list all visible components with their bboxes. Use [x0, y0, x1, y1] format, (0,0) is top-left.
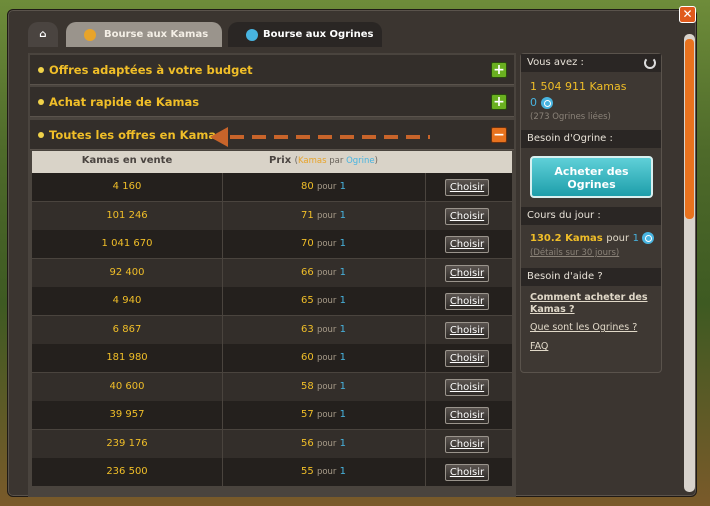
table-row: 239 176 56 pour 1 Choisir	[32, 429, 512, 458]
bullet-icon	[38, 132, 44, 138]
help-link-faq[interactable]: FAQ	[530, 341, 548, 352]
kamas-amount: 236 500	[106, 466, 148, 477]
choose-button[interactable]: Choisir	[445, 378, 489, 396]
table-row: 101 246 71 pour 1 Choisir	[32, 201, 512, 230]
kamas-amount: 101 246	[106, 209, 148, 221]
tab-home[interactable]: ⌂	[28, 22, 58, 47]
table-row: 4 940 65 pour 1 Choisir	[32, 287, 512, 315]
help-link-kamas[interactable]: Comment acheter des Kamas ?	[530, 292, 655, 316]
choose-button[interactable]: Choisir	[445, 435, 489, 453]
price-cell: 66 pour 1	[301, 266, 346, 278]
arrow-annotation-icon	[210, 127, 430, 147]
kamas-amount: 4 940	[112, 295, 142, 306]
choose-button[interactable]: Choisir	[445, 321, 489, 339]
section-besoin-ogrine: Besoin d'Ogrine :	[521, 130, 661, 148]
table-header: Kamas en vente Prix (Kamas par Ogrine)	[32, 151, 512, 173]
col-price: Prix (Kamas par Ogrine)	[269, 155, 378, 166]
table-row: 92 400 66 pour 1 Choisir	[32, 258, 512, 287]
kamas-amount: 4 160	[112, 181, 142, 192]
price-cell: 56 pour 1	[301, 437, 346, 449]
ogrine-icon	[540, 97, 553, 109]
price-cell: 71 pour 1	[301, 209, 346, 221]
kamas-icon	[84, 29, 96, 41]
tab-ogrines[interactable]: Bourse aux Ogrines	[228, 22, 382, 47]
col-action	[425, 151, 512, 173]
section-aide: Besoin d'aide ?	[521, 268, 661, 286]
scrollbar[interactable]	[684, 34, 695, 492]
table-row: 40 600 58 pour 1 Choisir	[32, 372, 512, 401]
price-cell: 57 pour 1	[301, 409, 346, 420]
details-link[interactable]: (Détails sur 30 jours)	[530, 248, 619, 258]
choose-button[interactable]: Choisir	[445, 264, 489, 282]
scrollbar-thumb[interactable]	[685, 39, 694, 219]
choose-button[interactable]: Choisir	[445, 207, 489, 225]
kamas-amount: 40 600	[109, 380, 145, 392]
choose-button[interactable]: Choisir	[445, 179, 489, 196]
bullet-icon	[38, 67, 44, 73]
ogrines-liees: (273 Ogrines liées)	[530, 112, 611, 122]
ogrine-icon	[642, 232, 655, 244]
help-link-ogrines[interactable]: Que sont les Ogrines ?	[530, 322, 637, 333]
home-icon: ⌂	[39, 29, 47, 40]
table-row: 181 980 60 pour 1 Choisir	[32, 344, 512, 372]
close-button[interactable]: ✕	[679, 6, 696, 23]
table-row: 236 500 55 pour 1 Choisir	[32, 458, 512, 486]
expand-icon[interactable]: +	[491, 94, 507, 110]
expand-icon[interactable]: +	[491, 62, 507, 78]
account-panel: Vous avez : 1 504 911 Kamas 0 (273 Ogrin…	[520, 53, 662, 373]
section-cours: Cours du jour :	[521, 207, 661, 225]
ogrines-balance: 0	[530, 96, 553, 109]
kamas-amount: 39 957	[109, 409, 145, 420]
bullet-icon	[38, 99, 44, 105]
col-kamas: Kamas en vente	[81, 155, 173, 166]
choose-button[interactable]: Choisir	[445, 464, 489, 481]
kamas-amount: 239 176	[106, 437, 148, 449]
price-cell: 63 pour 1	[301, 323, 346, 335]
price-cell: 58 pour 1	[301, 380, 346, 392]
kamas-amount: 181 980	[106, 352, 148, 363]
offers-panel: Offres adaptées à votre budget + Achat r…	[28, 53, 516, 497]
price-cell: 65 pour 1	[301, 295, 346, 306]
choose-button[interactable]: Choisir	[445, 236, 489, 253]
kamas-amount: 6 867	[112, 323, 142, 335]
choose-button[interactable]: Choisir	[445, 407, 489, 424]
price-cell: 70 pour 1	[301, 238, 346, 249]
buy-ogrines-button[interactable]: Acheter des Ogrines	[530, 156, 653, 198]
price-cell: 60 pour 1	[301, 352, 346, 363]
choose-button[interactable]: Choisir	[445, 350, 489, 367]
choose-button[interactable]: Choisir	[445, 293, 489, 310]
tab-kamas[interactable]: Bourse aux Kamas	[66, 22, 222, 47]
accordion-quick[interactable]: Achat rapide de Kamas +	[30, 87, 514, 117]
section-vous-avez: Vous avez :	[521, 54, 661, 72]
collapse-icon[interactable]: −	[491, 127, 507, 143]
ogrine-icon	[246, 29, 258, 41]
table-row: 1 041 670 70 pour 1 Choisir	[32, 230, 512, 258]
cours-value: 130.2 Kamas pour 1	[530, 232, 655, 244]
accordion-budget[interactable]: Offres adaptées à votre budget +	[30, 55, 514, 85]
price-cell: 55 pour 1	[301, 466, 346, 477]
refresh-icon[interactable]	[644, 57, 656, 69]
table-row: 6 867 63 pour 1 Choisir	[32, 315, 512, 344]
kamas-amount: 1 041 670	[101, 238, 153, 249]
kamas-balance: 1 504 911 Kamas	[530, 80, 627, 93]
table-row: 4 160 80 pour 1 Choisir	[32, 173, 512, 201]
table-row: 39 957 57 pour 1 Choisir	[32, 401, 512, 429]
price-cell: 80 pour 1	[301, 181, 346, 192]
kamas-amount: 92 400	[109, 266, 145, 278]
